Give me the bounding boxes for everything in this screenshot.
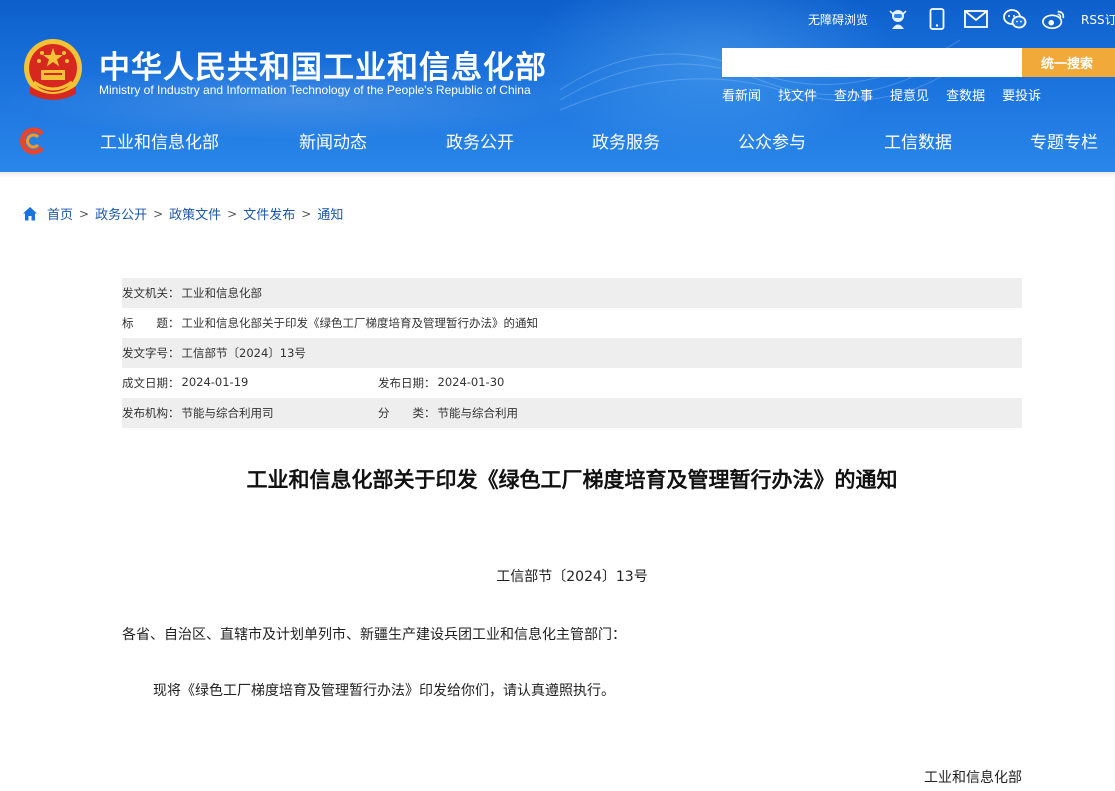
breadcrumb-separator: >	[153, 206, 164, 221]
title-label: 标 题：	[122, 316, 180, 330]
doc-number-label: 发文字号：	[122, 346, 180, 360]
written-date-value: 2024-01-19	[181, 375, 249, 389]
nav-item-services[interactable]: 政务服务	[592, 128, 660, 153]
header-shadow	[0, 172, 1115, 178]
quick-link-news[interactable]: 看新闻	[722, 85, 761, 104]
org-label: 发布机构：	[122, 406, 180, 420]
meta-row-dates: 成文日期： 2024-01-19 发布日期： 2024-01-30	[122, 368, 1022, 398]
rss-link[interactable]: RSS订阅	[1081, 11, 1115, 28]
search-button[interactable]: 统一搜索	[1022, 48, 1115, 77]
site-title[interactable]: 中华人民共和国工业和信息化部	[99, 42, 547, 87]
org-value: 节能与综合利用司	[181, 406, 274, 420]
nav-item-news[interactable]: 新闻动态	[299, 128, 367, 153]
quick-link-documents[interactable]: 找文件	[778, 85, 817, 104]
category-value: 节能与综合利用	[437, 406, 519, 420]
mail-icon[interactable]	[964, 8, 988, 30]
main-nav: 工业和信息化部 新闻动态 政务公开 政务服务 公众参与 工信数据 专题专栏	[0, 118, 1115, 162]
nav-item-data[interactable]: 工信数据	[884, 128, 952, 153]
quick-links: 看新闻 找文件 查办事 提意见 查数据 要投诉	[722, 85, 1058, 104]
breadcrumb-home[interactable]: 首页	[47, 204, 73, 223]
meta-row-issuer: 发文机关： 工业和信息化部	[122, 278, 1022, 308]
breadcrumb: 首页 > 政务公开 > 政策文件 > 文件发布 > 通知	[22, 204, 343, 223]
site-header: 中华人民共和国工业和信息化部 Ministry of Industry and …	[0, 0, 1115, 172]
quick-link-feedback[interactable]: 提意见	[890, 85, 929, 104]
doc-number-value: 工信部节〔2024〕13号	[181, 346, 306, 360]
breadcrumb-separator: >	[79, 206, 90, 221]
quick-link-services[interactable]: 查办事	[834, 85, 873, 104]
nav-item-topics[interactable]: 专题专栏	[1030, 128, 1098, 153]
publish-date-value: 2024-01-30	[437, 375, 505, 389]
quick-link-data[interactable]: 查数据	[946, 85, 985, 104]
nav-logo-icon[interactable]	[18, 126, 48, 156]
issuer-value: 工业和信息化部	[181, 286, 263, 300]
written-date-label: 成文日期：	[122, 376, 180, 390]
quick-link-complaint[interactable]: 要投诉	[1002, 85, 1041, 104]
robot-icon[interactable]	[886, 8, 910, 30]
search-box	[722, 48, 1022, 77]
meta-row-org: 发布机构： 节能与综合利用司 分 类： 节能与综合利用	[122, 398, 1022, 428]
home-icon[interactable]	[22, 206, 38, 222]
title-value: 工业和信息化部关于印发《绿色工厂梯度培育及管理暂行办法》的通知	[181, 316, 539, 330]
issuer-label: 发文机关：	[122, 286, 180, 300]
mobile-icon[interactable]	[925, 8, 949, 30]
publish-date-label: 发布日期：	[378, 376, 436, 390]
wechat-icon[interactable]	[1003, 8, 1027, 30]
document-signature: 工业和信息化部	[924, 770, 1022, 786]
meta-row-title: 标 题： 工业和信息化部关于印发《绿色工厂梯度培育及管理暂行办法》的通知	[122, 308, 1022, 338]
document-recipients: 各省、自治区、直辖市及计划单列市、新疆生产建设兵团工业和信息化主管部门：	[122, 627, 626, 643]
category-label: 分 类：	[378, 406, 436, 420]
utility-bar: 无障碍浏览 RSS订	[800, 7, 1115, 31]
accessible-browse-link[interactable]: 无障碍浏览	[808, 11, 868, 28]
breadcrumb-separator: >	[301, 206, 312, 221]
nav-item-gov-affairs[interactable]: 政务公开	[446, 128, 514, 153]
emblem-icon[interactable]	[22, 36, 84, 102]
document-meta-table: 发文机关： 工业和信息化部 标 题： 工业和信息化部关于印发《绿色工厂梯度培育及…	[122, 278, 1022, 428]
breadcrumb-notice[interactable]: 通知	[317, 204, 343, 223]
document-number: 工信部节〔2024〕13号	[496, 569, 648, 585]
search-input[interactable]	[722, 48, 1022, 77]
weibo-icon[interactable]	[1042, 8, 1066, 30]
document-title: 工业和信息化部关于印发《绿色工厂梯度培育及管理暂行办法》的通知	[246, 468, 898, 492]
breadcrumb-doc-release[interactable]: 文件发布	[243, 204, 295, 223]
site-subtitle: Ministry of Industry and Information Tec…	[99, 83, 531, 97]
breadcrumb-policy-docs[interactable]: 政策文件	[169, 204, 221, 223]
nav-item-participation[interactable]: 公众参与	[738, 128, 806, 153]
meta-row-doc-number: 发文字号： 工信部节〔2024〕13号	[122, 338, 1022, 368]
breadcrumb-gov-affairs[interactable]: 政务公开	[95, 204, 147, 223]
breadcrumb-separator: >	[227, 206, 238, 221]
nav-item-ministry[interactable]: 工业和信息化部	[100, 128, 219, 153]
document-body-paragraph: 现将《绿色工厂梯度培育及管理暂行办法》印发给你们，请认真遵照执行。	[153, 683, 615, 699]
